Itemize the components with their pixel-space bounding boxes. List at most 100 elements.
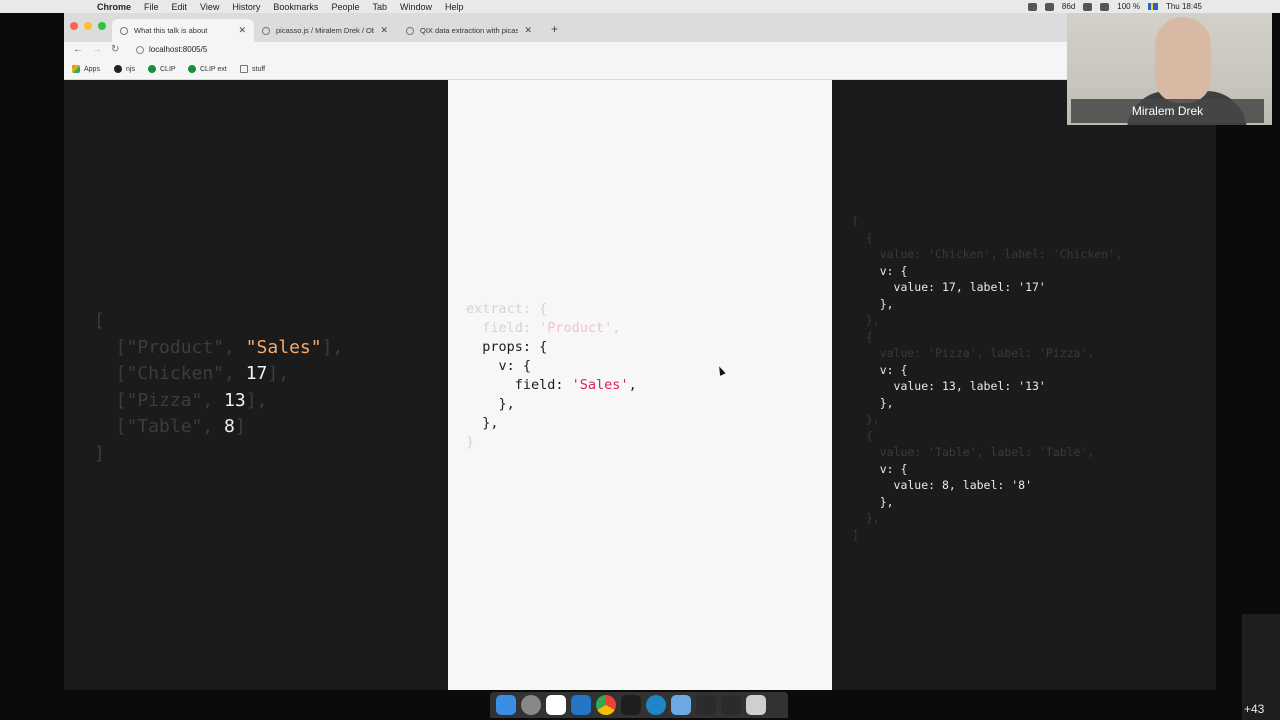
close-tab-icon[interactable]: ✕: [524, 25, 532, 36]
code-line: value: 'Pizza', label: 'Pizza',: [852, 345, 1122, 362]
trash-icon[interactable]: [746, 695, 766, 715]
close-tab-icon[interactable]: ✕: [238, 25, 246, 36]
bookmark-label: CLIP: [160, 65, 176, 73]
code-token: 'Sales': [571, 377, 629, 393]
slack-icon[interactable]: [546, 695, 566, 715]
qlik-icon: [148, 65, 156, 73]
code-line: },: [852, 296, 1122, 313]
bookmarks-bar: Apps njs CLIP CLIP ext stuff: [64, 60, 1067, 80]
code-token: ["Table",: [94, 416, 225, 437]
github-icon: [114, 65, 122, 73]
code-token: {: [852, 329, 873, 344]
code-line: field: 'Product',: [466, 319, 637, 338]
speaker-video-tile[interactable]: Miralem Drek: [1067, 13, 1272, 125]
address-bar[interactable]: localhost:8005/5: [149, 45, 207, 54]
chrome-tabbar: What this talk is about ✕ picasso.js / M…: [64, 13, 1067, 42]
code-token: [: [94, 310, 105, 331]
bookmark-label: CLIP ext: [200, 65, 227, 73]
menu-people[interactable]: People: [331, 2, 359, 12]
menu-file[interactable]: File: [144, 2, 159, 12]
close-tab-icon[interactable]: ✕: [380, 25, 388, 36]
screen-icon[interactable]: [696, 695, 716, 715]
menu-help[interactable]: Help: [445, 2, 464, 12]
code-line: [: [94, 308, 343, 335]
code-line: },: [852, 494, 1122, 511]
code-token: 'Product': [539, 320, 613, 336]
code-token: 17: [245, 363, 268, 384]
tab-picasso[interactable]: picasso.js / Miralem Drek / Ob ✕: [254, 19, 396, 42]
bookmark-clip-ext[interactable]: CLIP ext: [188, 65, 227, 73]
bookmark-label: Apps: [84, 65, 100, 73]
code-line: {: [852, 329, 1122, 346]
code-token: },: [852, 296, 894, 311]
finder-icon[interactable]: [496, 695, 516, 715]
forward-icon[interactable]: →: [92, 44, 102, 55]
menu-tab[interactable]: Tab: [372, 2, 387, 12]
terminal-icon[interactable]: [621, 695, 641, 715]
code-block-extract-config: extract: { field: 'Product', props: { v:…: [466, 300, 637, 452]
code-token: ],: [321, 336, 344, 358]
menu-view[interactable]: View: [200, 2, 219, 12]
code-line: value: 'Table', label: 'Table',: [852, 444, 1122, 461]
menu-edit[interactable]: Edit: [172, 2, 188, 12]
status-icon[interactable]: [1044, 2, 1054, 11]
code-token: props: {: [466, 339, 548, 355]
code-token: v: {: [852, 461, 908, 476]
code-token: field:: [466, 377, 572, 393]
status-misc-text: 86d: [1061, 2, 1076, 11]
more-participants-count[interactable]: +43: [1244, 702, 1264, 716]
info-icon[interactable]: [136, 46, 144, 54]
code-token: value: 'Table', label: 'Table',: [852, 445, 1095, 459]
code-token: {: [852, 230, 873, 245]
chrome-icon[interactable]: [596, 695, 616, 715]
tab-qix-extraction[interactable]: QIX data extraction with picas ✕: [398, 19, 540, 42]
close-window-icon[interactable]: [70, 22, 78, 30]
code-token: value: 17, label: '17': [852, 280, 1046, 294]
qlik-icon[interactable]: [646, 695, 666, 715]
qlik-icon: [188, 65, 196, 73]
tab-what-this-talk-is-about[interactable]: What this talk is about ✕: [112, 19, 254, 42]
clock[interactable]: Thu 18:45: [1166, 2, 1202, 11]
bookmark-label: stuff: [252, 65, 266, 73]
status-icon[interactable]: [1027, 2, 1037, 11]
vscode-icon[interactable]: [571, 695, 591, 715]
code-line: field: 'Sales',: [466, 376, 637, 395]
bookmark-njs[interactable]: njs: [114, 65, 135, 73]
code-line: }: [466, 433, 637, 452]
code-token: },: [852, 412, 880, 426]
reload-icon[interactable]: ↻: [111, 44, 119, 55]
code-token: },: [852, 395, 894, 410]
wifi-icon[interactable]: [1083, 2, 1093, 11]
menu-bookmarks[interactable]: Bookmarks: [273, 2, 318, 12]
code-token: extract: {: [466, 301, 548, 317]
launchpad-icon[interactable]: [521, 695, 541, 715]
bookmark-stuff[interactable]: stuff: [240, 65, 265, 73]
code-line: {: [852, 230, 1122, 247]
bookmark-apps[interactable]: Apps: [72, 65, 100, 73]
back-icon[interactable]: ←: [73, 44, 83, 55]
code-line: },: [852, 510, 1122, 527]
code-token: field:: [466, 320, 540, 336]
code-line: extract: {: [466, 300, 637, 319]
menu-history[interactable]: History: [232, 2, 260, 12]
menu-app-name[interactable]: Chrome: [97, 2, 131, 12]
code-token: value: 8, label: '8': [852, 478, 1033, 492]
apple-menu-icon[interactable]: [77, 2, 85, 11]
bookmark-clip[interactable]: CLIP: [148, 65, 176, 73]
code-token: ,: [628, 377, 637, 393]
input-source-flag-icon[interactable]: [1147, 3, 1158, 10]
code-line: value: 8, label: '8': [852, 477, 1122, 494]
new-tab-icon[interactable]: +: [551, 22, 558, 36]
volume-icon[interactable]: [1100, 2, 1110, 11]
menu-window[interactable]: Window: [400, 2, 432, 12]
speaker-name: Miralem Drek: [1071, 99, 1264, 123]
folder-icon[interactable]: [671, 695, 691, 715]
tab-label: QIX data extraction with picas: [420, 26, 519, 35]
speaker-face: [1155, 17, 1211, 103]
code-line: value: 13, label: '13': [852, 378, 1122, 395]
code-token: ]: [852, 527, 859, 542]
code-line: value: 'Chicken', label: 'Chicken',: [852, 246, 1122, 263]
minimize-window-icon[interactable]: [84, 22, 92, 30]
screen2-icon[interactable]: [721, 695, 741, 715]
zoom-window-icon[interactable]: [98, 22, 106, 30]
